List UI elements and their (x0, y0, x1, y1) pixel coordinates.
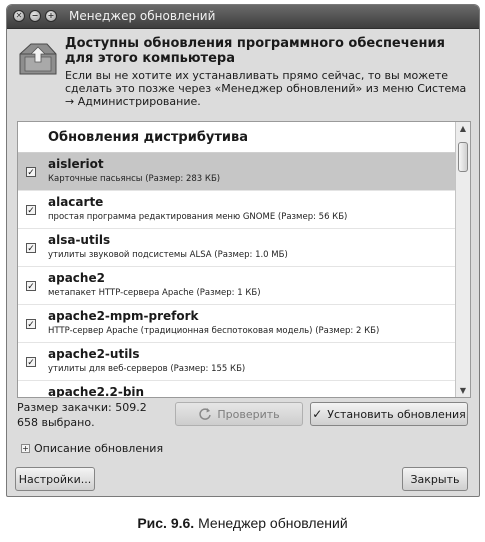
maximize-icon[interactable]: + (45, 10, 57, 22)
package-name: alacarte (48, 195, 104, 209)
list-scrollbar[interactable]: ▲ ▼ (455, 122, 470, 397)
list-section-header: Обновления дистрибутива (18, 122, 456, 153)
update-checkbox[interactable]: ✓ (26, 357, 36, 368)
figure-number: Рис. 9.6. (137, 515, 195, 531)
list-item[interactable]: ✓ aisleriot Карточные пасьянсы (Размер: … (18, 153, 456, 191)
list-item[interactable]: apache2.2-bin (18, 381, 456, 398)
close-button-label: Закрыть (410, 472, 460, 486)
software-update-icon (19, 43, 57, 75)
refresh-icon (199, 408, 212, 420)
scrollbar-thumb[interactable] (458, 142, 468, 172)
package-name: apache2 (48, 271, 105, 285)
update-checkbox[interactable]: ✓ (26, 319, 36, 330)
update-checkbox[interactable]: ✓ (26, 167, 36, 178)
list-item[interactable]: ✓ apache2-utils утилиты для веб-серверов… (18, 343, 456, 381)
package-description: утилиты для веб-серверов (Размер: 155 КБ… (48, 364, 246, 374)
section-title: Обновления дистрибутива (48, 130, 249, 145)
check-button[interactable]: Проверить (175, 402, 303, 426)
update-checkbox[interactable]: ✓ (26, 205, 36, 216)
expander-label: Описание обновления (34, 442, 164, 455)
update-checkbox[interactable]: ✓ (26, 243, 36, 254)
scroll-up-icon[interactable]: ▲ (456, 124, 470, 133)
update-manager-window: ✕ − + Менеджер обновлений Доступны обнов… (6, 4, 480, 497)
package-description: HTTP-сервер Apache (традиционная беспото… (48, 326, 380, 336)
package-name: aisleriot (48, 157, 104, 171)
list-item[interactable]: ✓ alacarte простая программа редактирова… (18, 191, 456, 229)
selected-count: 658 выбрано. (17, 416, 95, 429)
checkmark-icon: ✓ (312, 407, 323, 421)
list-item[interactable]: ✓ apache2 метапакет HTTP-сервера Apache … (18, 267, 456, 305)
update-description-expander[interactable]: + Описание обновления (21, 442, 163, 455)
plus-icon[interactable]: + (21, 444, 30, 453)
scroll-down-icon[interactable]: ▼ (456, 386, 470, 395)
minimize-icon[interactable]: − (29, 10, 41, 22)
download-size: Размер закачки: 509.2 (17, 401, 147, 414)
updates-list[interactable]: Обновления дистрибутива ✓ aisleriot Карт… (17, 121, 471, 398)
close-icon[interactable]: ✕ (13, 10, 25, 22)
list-item[interactable]: ✓ alsa-utils утилиты звуковой подсистемы… (18, 229, 456, 267)
header-text: Если вы не хотите их устанавливать прямо… (65, 69, 467, 108)
settings-button-label: Настройки... (18, 472, 92, 486)
package-description: метапакет HTTP-сервера Apache (Размер: 1… (48, 288, 261, 298)
header-title: Доступны обновления программного обеспеч… (65, 36, 445, 66)
package-name: apache2-mpm-prefork (48, 309, 199, 323)
list-item[interactable]: ✓ apache2-mpm-prefork HTTP-сервер Apache… (18, 305, 456, 343)
install-button-label: Установить обновления (327, 407, 466, 421)
titlebar: ✕ − + Менеджер обновлений (7, 5, 479, 29)
close-button[interactable]: Закрыть (402, 467, 468, 491)
figure-caption: Рис. 9.6. Менеджер обновлений (0, 515, 485, 531)
package-description: Карточные пасьянсы (Размер: 283 КБ) (48, 174, 221, 184)
check-button-label: Проверить (217, 407, 280, 421)
settings-button[interactable]: Настройки... (15, 467, 95, 491)
package-name: apache2-utils (48, 347, 140, 361)
figure-caption-text: Менеджер обновлений (198, 515, 348, 531)
package-description: утилиты звуковой подсистемы ALSA (Размер… (48, 250, 288, 260)
package-name: alsa-utils (48, 233, 111, 247)
window-title: Менеджер обновлений (69, 9, 216, 23)
update-checkbox[interactable]: ✓ (26, 281, 36, 292)
package-name: apache2.2-bin (48, 385, 145, 398)
install-updates-button[interactable]: ✓ Установить обновления (310, 402, 468, 426)
package-description: простая программа редактирования меню GN… (48, 212, 348, 222)
